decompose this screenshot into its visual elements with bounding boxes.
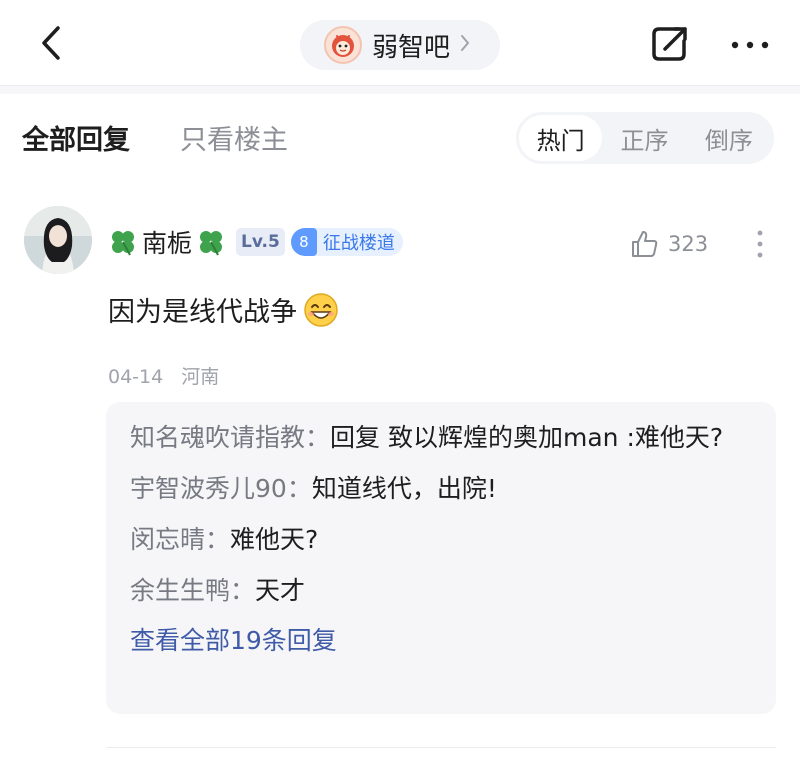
title-badge[interactable]: 8 征战楼道 (290, 228, 403, 256)
more-button[interactable] (728, 30, 772, 60)
user-avatar[interactable] (24, 206, 92, 274)
sub-reply-separator: ： (205, 525, 231, 554)
title-badge-number: 8 (290, 228, 317, 256)
sub-reply[interactable]: 知名魂吹请指教：回复 致以辉煌的奥加man :难他天? (130, 418, 752, 458)
sort-descending[interactable]: 倒序 (687, 115, 771, 161)
grinning-emoji-icon (304, 292, 338, 327)
clover-icon (200, 231, 223, 256)
sort-toggle: 热门 正序 倒序 (516, 112, 774, 164)
comment-meta: 04-14 河南 (108, 362, 219, 389)
sub-reply-box[interactable]: 知名魂吹请指教：回复 致以辉煌的奥加man :难他天? 宇智波秀儿90：知道线代… (106, 402, 776, 714)
more-dots-icon (731, 41, 769, 49)
comment-location: 河南 (181, 366, 220, 388)
like-button[interactable]: 323 (630, 226, 708, 262)
sort-hot[interactable]: 热门 (519, 115, 603, 161)
sub-reply-text: 难他天? (230, 525, 319, 554)
sort-ascending[interactable]: 正序 (602, 115, 686, 161)
comment-more-button[interactable] (748, 228, 772, 260)
comment-body: 因为是线代战争 (108, 297, 297, 328)
tab-all-replies[interactable]: 全部回复 (22, 118, 130, 157)
back-chevron-icon (42, 26, 60, 60)
user-info-row: 南栀 Lv.5 8 征战楼道 (108, 224, 403, 260)
comment-item: 南栀 Lv.5 8 征战楼道 323 因为是线代战争 04-14 河南 知名魂吹… (0, 194, 800, 754)
view-all-replies-link[interactable]: 查看全部19条回复 (130, 621, 752, 661)
chevron-right-icon (460, 33, 470, 57)
share-button[interactable] (648, 22, 692, 66)
sub-reply[interactable]: 宇智波秀儿90：知道线代，出院! (130, 469, 752, 509)
sub-reply[interactable]: 余生生鸭：天才 (130, 571, 752, 611)
comment-divider (106, 747, 776, 748)
vertical-dots-icon (757, 230, 763, 258)
top-navigation-bar: 弱智吧 (0, 0, 800, 86)
reply-filter-bar: 全部回复 只看楼主 热门 正序 倒序 (0, 94, 800, 194)
sub-reply-author[interactable]: 闵忘晴 (130, 525, 205, 554)
sub-reply-author[interactable]: 余生生鸭 (130, 576, 230, 605)
forum-mascot-icon (332, 35, 354, 57)
sub-reply-author[interactable]: 宇智波秀儿90 (130, 474, 287, 503)
clover-icon (112, 231, 134, 256)
sub-reply-author[interactable]: 知名魂吹请指教 (130, 423, 305, 452)
share-edit-icon (652, 27, 687, 61)
sub-reply-separator: ： (230, 576, 256, 605)
forum-name: 弱智吧 (372, 32, 451, 63)
sub-reply-text: 天才 (255, 576, 306, 605)
username[interactable]: 南栀 (142, 224, 192, 260)
comment-text: 因为是线代战争 (108, 290, 339, 329)
section-divider (0, 86, 800, 94)
sub-reply-separator: ： (305, 423, 331, 452)
level-badge: Lv.5 (236, 228, 285, 256)
sub-reply[interactable]: 闵忘晴：难他天? (130, 520, 752, 560)
title-badge-text: 征战楼道 (322, 233, 395, 254)
thumbs-up-icon (632, 231, 658, 257)
like-count: 323 (668, 232, 709, 256)
forum-avatar (324, 26, 362, 64)
sub-reply-text: 回复 致以辉煌的奥加man :难他天? (330, 423, 724, 452)
sub-reply-separator: ： (286, 474, 312, 503)
sub-reply-text: 知道线代，出院! (311, 474, 497, 503)
back-button[interactable] (30, 22, 72, 64)
forum-chip[interactable]: 弱智吧 (300, 20, 500, 70)
tab-op-only[interactable]: 只看楼主 (180, 118, 288, 157)
comment-date: 04-14 (108, 366, 164, 388)
